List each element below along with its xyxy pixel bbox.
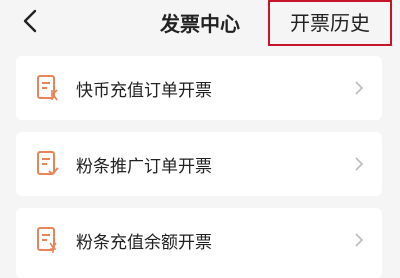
invoice-history-button[interactable]: 开票历史 [268,0,392,46]
back-button[interactable] [12,6,48,36]
list-item-kuaibi-invoice[interactable]: 快币充值订单开票 [16,56,382,120]
invoice-k-icon [37,75,58,101]
chevron-right-icon [355,233,364,247]
chevron-right-icon [355,81,364,95]
invoice-history-label: 开票历史 [290,10,370,35]
list-item-label: 快币充值订单开票 [76,81,212,101]
chevron-left-icon [23,9,37,33]
list-item-balance-invoice[interactable]: 粉条充值余额开票 [16,208,382,278]
invoice-check-icon [37,151,59,176]
list-item-promotion-invoice[interactable]: 粉条推广订单开票 [16,132,382,196]
invoice-yen-icon [37,227,57,253]
top-bar: 发票中心 开票历史 [0,0,400,46]
chevron-right-icon [355,157,364,171]
list-item-label: 粉条充值余额开票 [76,233,212,253]
list-item-label: 粉条推广订单开票 [76,157,212,177]
